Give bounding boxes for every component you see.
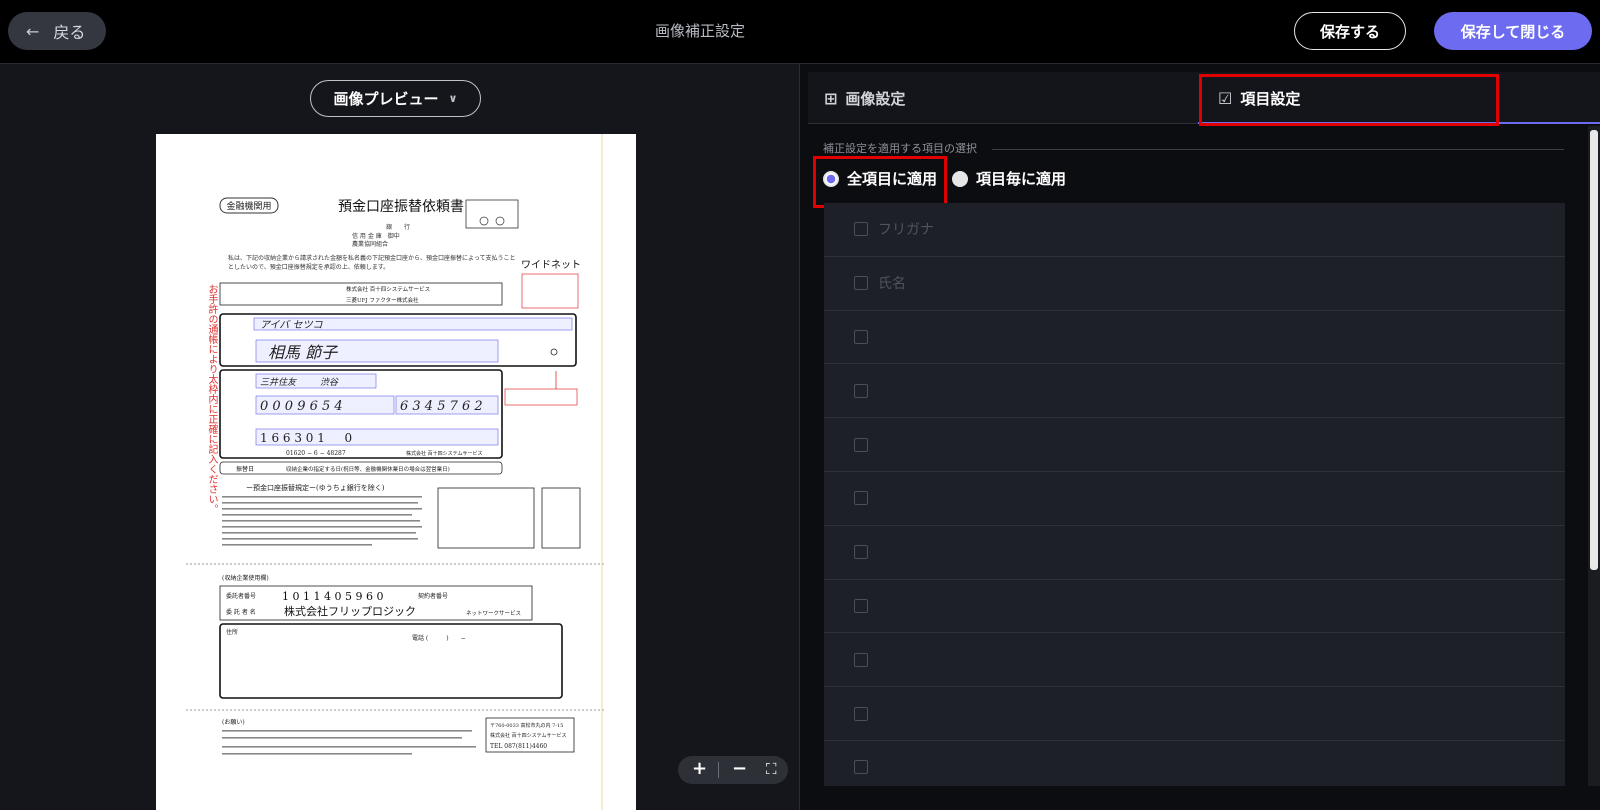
consignor-no-label: 委託者番号 [226,592,256,600]
checkbox[interactable] [854,706,868,721]
section-divider [992,149,1564,150]
document-scan: 金融機関用 預金口座振替依頼書 銀 行 信 用 金 庫 御中 農業協同組合 ワイ… [186,134,606,810]
consignor-name-label: 委 託 者 名 [226,608,256,616]
tab-image-settings-label: 画像設定 [845,89,906,108]
collector-1: 株式会社 百十四システムサービス [346,285,430,293]
radio-apply-each-label: 項目毎に適用 [976,170,1067,188]
image-plus-icon: ⊞ [824,88,838,108]
zoom-controls: + − ⛶ [678,756,788,784]
preview-dropdown-label: 画像プレビュー [333,90,439,108]
collector-2: 三菱UFJ ファクター株式会社 [346,296,419,304]
start-date-text: 収納企業の指定する日(祝日等、金融機関休業日の場合は翌営業日) [286,465,450,473]
list-item[interactable] [824,526,1565,580]
account-digits: 6 3 4 5 7 6 2 [400,399,483,414]
checkbox[interactable] [854,598,868,613]
company-use-label: (収納企業使用欄) [222,574,269,582]
checkbox[interactable] [854,383,868,398]
org-label: 金融機関用 [226,200,271,212]
list-item[interactable]: 氏名 [824,257,1565,311]
address-label: 住所 [226,628,238,636]
postal-account: 01620 − 6 − 48287 [286,450,346,457]
checkbox[interactable] [854,276,868,291]
consignor-no: 1 0 1 1 4 0 5 9 6 0 [282,590,383,603]
customer-digits: 1 6 6 3 0 1 0 [260,431,352,445]
bank-code-digits: 0 0 0 9 6 5 4 [260,399,343,414]
list-item[interactable] [824,472,1565,526]
footer-company: 株式会社 百十四システムサービス [490,732,566,739]
radio-apply-each[interactable]: 項目毎に適用 [952,168,1066,189]
zoom-divider [718,762,719,778]
zoom-in-button[interactable]: + [692,758,707,779]
side-note: お手許の通帳により太枠内に正確に記入ください。 [206,284,217,514]
consignor-name: 株式会社フリップロジック [284,604,416,618]
radio-unselected-icon [952,170,968,187]
widenet-label: ワイドネット [521,259,581,271]
zoom-out-button[interactable]: − [732,758,747,779]
header-line-3: 農業協同組合 [352,240,388,248]
header-line-2: 信 用 金 庫 御中 [352,232,400,240]
highlight-box-radio [813,156,947,208]
name-handwritten: 相馬 節子 [268,343,338,362]
start-date-label: 振替日 [236,465,254,473]
scrollbar[interactable] [1588,126,1600,786]
notice-label: (お願い) [222,719,245,726]
highlight-box-tab [1199,74,1499,126]
checkbox[interactable] [854,491,868,506]
phone-label: 電話 ( ) − [412,634,466,642]
list-item[interactable]: フリガナ [824,203,1565,257]
item-list: フリガナ 氏名 [824,203,1565,786]
list-item[interactable] [824,364,1565,419]
header-line-1: 銀 行 [386,223,410,231]
contract-no-label: 契約者番号 [418,592,448,600]
list-item[interactable] [824,633,1565,688]
footer-tel: TEL 087(811)4460 [490,743,547,750]
postal-company: 株式会社 百十四システムサービス [406,450,482,457]
scrollbar-thumb[interactable] [1590,130,1598,570]
bank-handwritten: 三井住友 [260,377,297,388]
preview-dropdown[interactable]: 画像プレビュー ∨ [310,80,481,117]
footer-address: 〒760-0033 高松市丸の内 7-15 [490,722,563,729]
service-name: ネットワークサービス [466,609,521,617]
top-bar: ← 戻る 画像補正設定 保存する 保存して閉じる [0,0,1600,64]
list-item[interactable] [824,418,1565,472]
checkbox[interactable] [854,652,868,667]
intro-text: 私は、下記の収納企業から請求された金額を私名義の下記預金口座から、預金口座振替に… [228,255,516,271]
list-item-label: 氏名 [878,276,906,293]
checkbox[interactable] [854,760,868,775]
branch-handwritten: 渋谷 [320,377,339,388]
doc-title: 預金口座振替依頼書 [338,199,464,215]
list-item-label: フリガナ [878,222,934,239]
list-item[interactable] [824,311,1565,365]
checkbox[interactable] [854,545,868,560]
save-button[interactable]: 保存する [1294,12,1406,50]
document-image: 金融機関用 預金口座振替依頼書 銀 行 信 用 金 庫 御中 農業協同組合 ワイ… [156,134,636,810]
tab-image-settings[interactable]: ⊞ 画像設定 [824,72,905,124]
save-and-close-button[interactable]: 保存して閉じる [1434,12,1592,50]
checkbox[interactable] [854,437,868,452]
furigana-handwritten: アイバ セツコ [260,319,323,331]
list-item[interactable] [824,687,1565,741]
list-item[interactable] [824,580,1565,634]
page-title: 画像補正設定 [654,22,745,40]
chevron-down-icon: ∨ [448,92,458,105]
list-item[interactable] [824,741,1565,786]
yucho-rules-title: ー預金口座振替規定ー(ゆうちょ銀行を除く) [246,483,385,492]
fit-screen-icon[interactable]: ⛶ [766,760,777,778]
checkbox[interactable] [854,222,868,237]
section-label: 補正設定を適用する項目の選択 [823,142,977,155]
image-preview-pane: 画像プレビュー ∨ 金融機関用 預金口座振替依頼書 銀 行 信 用 金 庫 御中… [0,64,800,810]
checkbox[interactable] [854,329,868,344]
